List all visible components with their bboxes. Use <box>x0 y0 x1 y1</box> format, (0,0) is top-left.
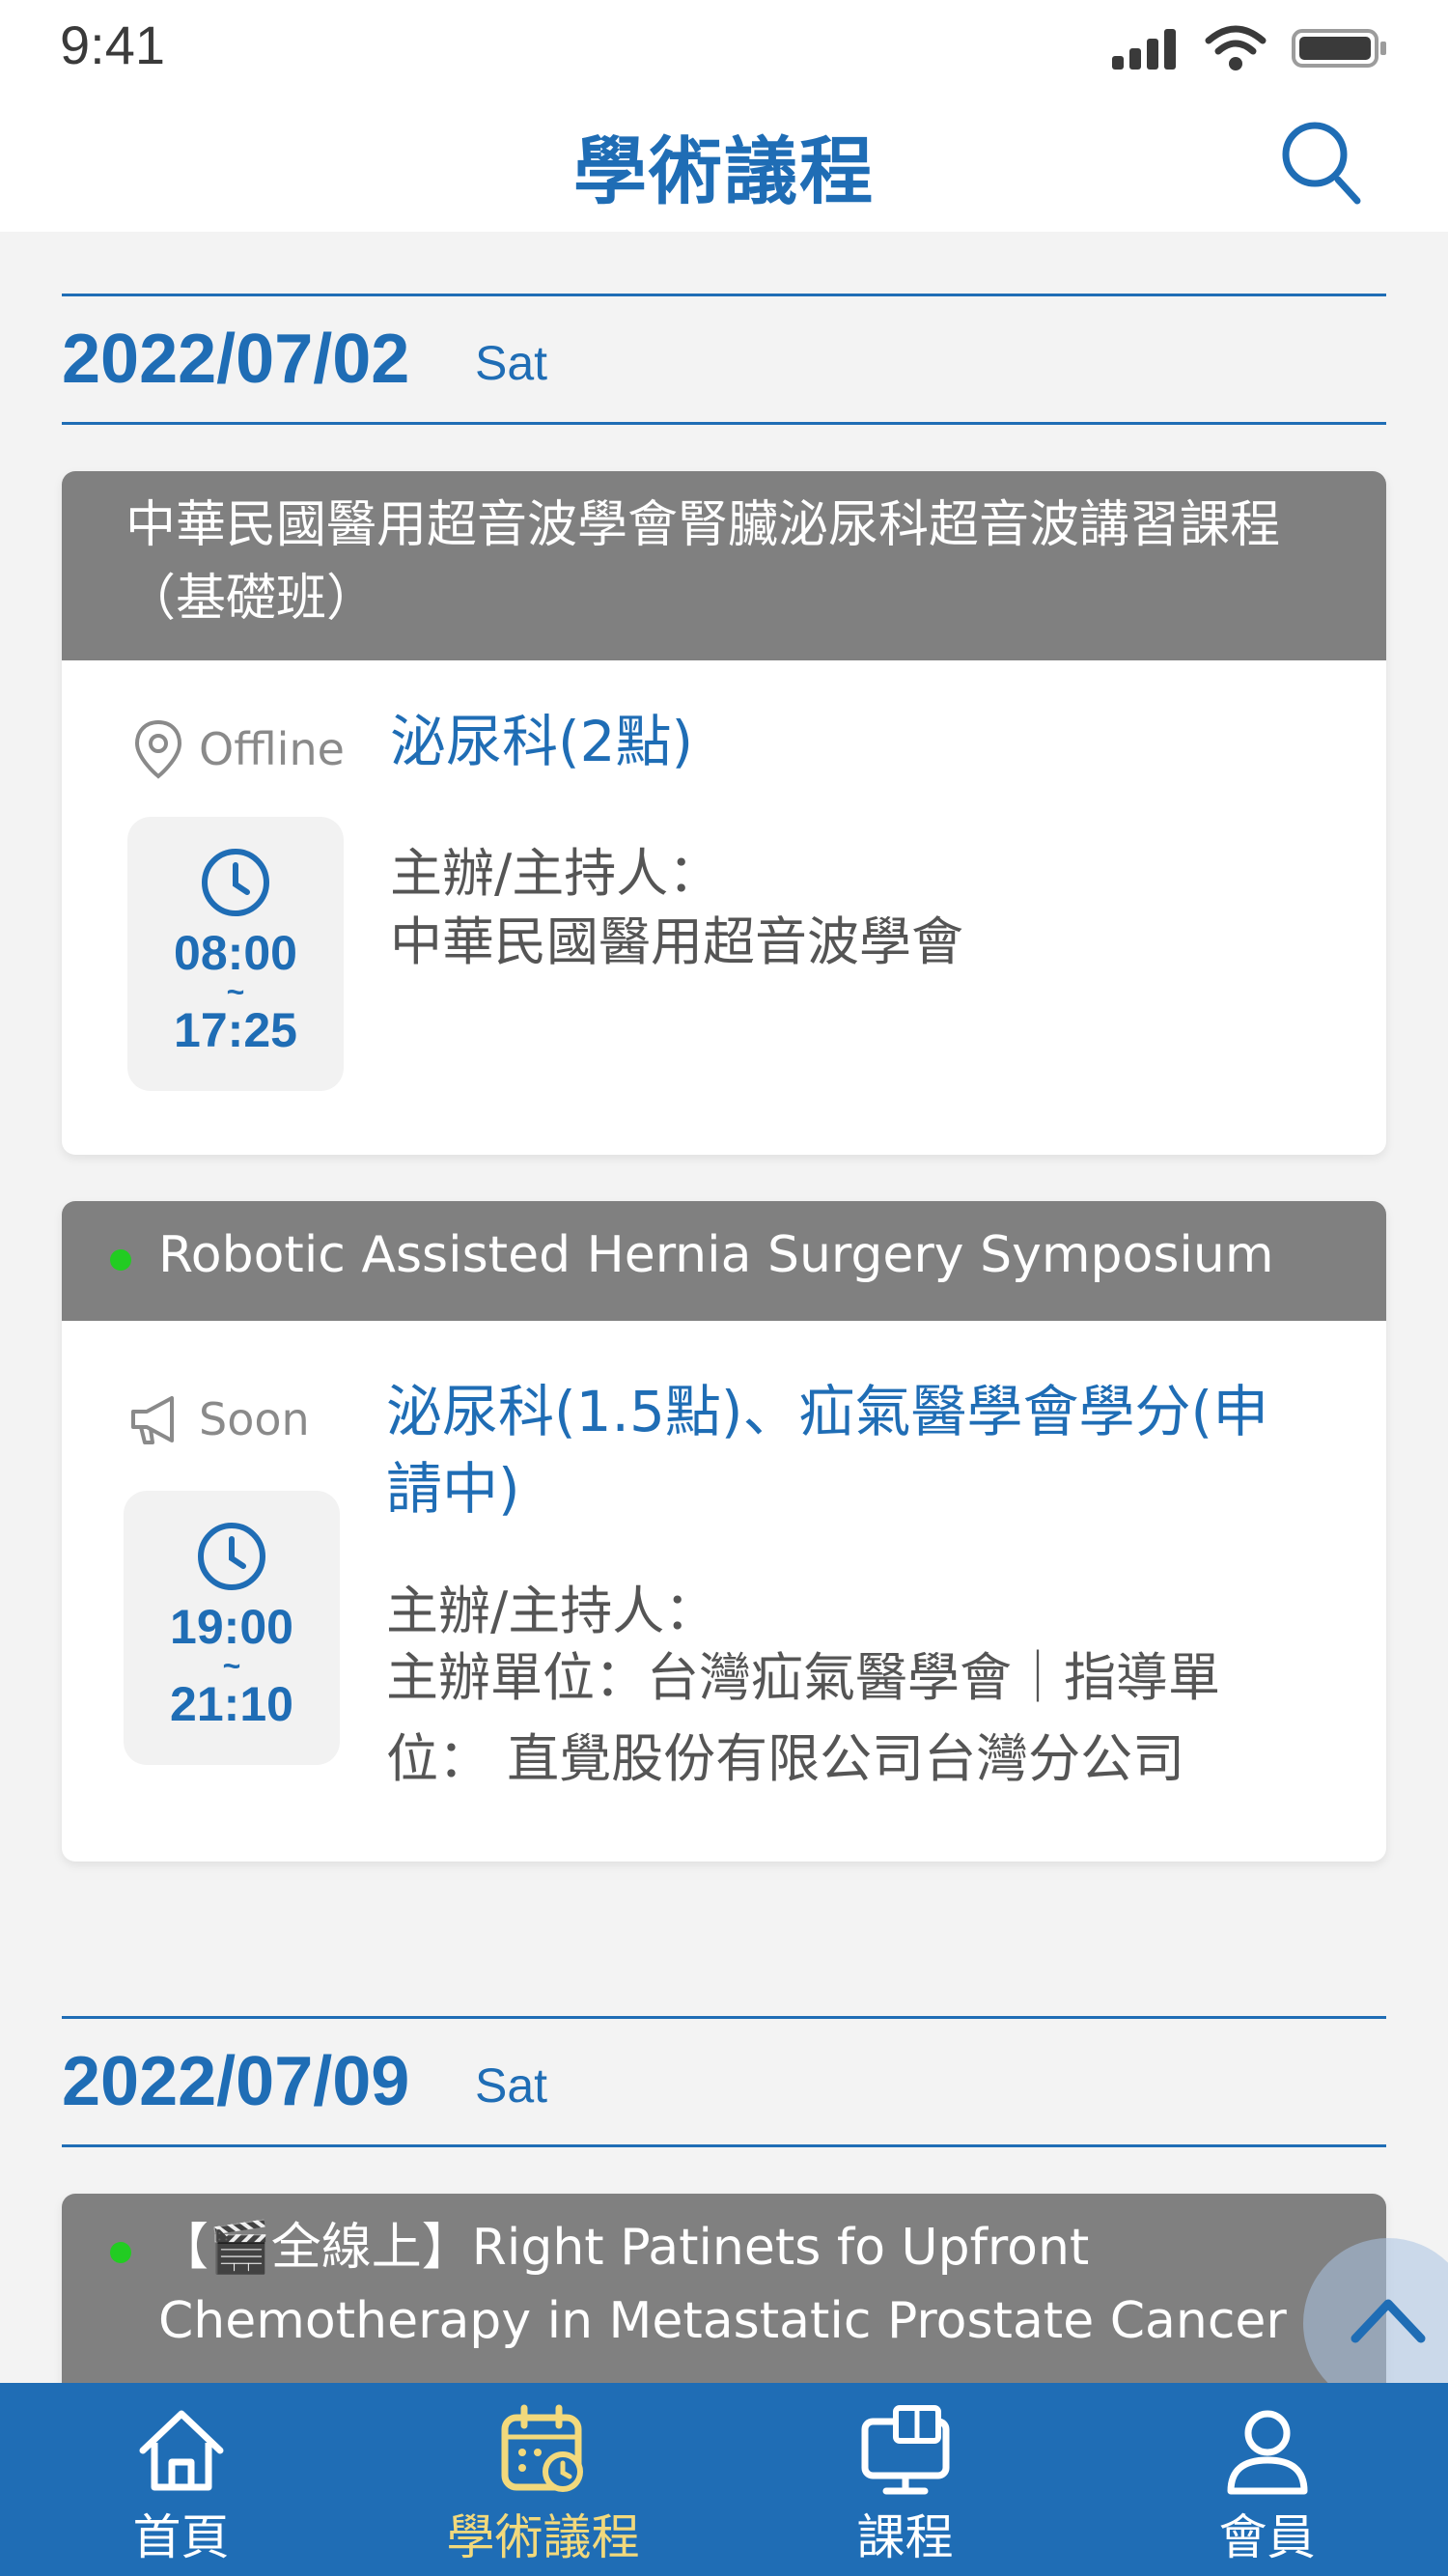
event-title: 中華民國醫用超音波學會腎臟泌尿科超音波講習課程（基礎班） <box>62 471 1386 660</box>
event-status: Offline <box>131 718 345 780</box>
search-button[interactable] <box>1274 114 1371 210</box>
event-status-text: Soon <box>199 1393 310 1445</box>
event-status: Soon <box>127 1392 310 1446</box>
tab-member[interactable]: 會員 <box>1086 2383 1448 2576</box>
user-icon <box>1227 2410 1307 2495</box>
clock-icon <box>198 1523 265 1590</box>
clock-icon <box>202 849 269 916</box>
host-label: 主辦/主持人： <box>390 843 721 904</box>
event-title: Robotic Assisted Hernia Surgery Symposiu… <box>158 1226 1274 1284</box>
start-time: 08:00 <box>174 926 297 980</box>
host-value: 中華民國醫用超音波學會 <box>390 911 963 972</box>
status-time: 9:41 <box>60 14 165 75</box>
tab-label: 課程 <box>856 2509 954 2565</box>
event-time: 19:00 ~ 21:10 <box>124 1491 340 1765</box>
megaphone-icon <box>131 1396 174 1444</box>
tab-label: 學術議程 <box>446 2509 640 2565</box>
calendar-icon <box>501 2404 583 2492</box>
host-value: 主辦單位：台灣疝氣醫學會｜指導單位： 直覺股份有限公司台灣分公司 <box>386 1647 1220 1789</box>
start-time: 19:00 <box>170 1600 293 1654</box>
live-indicator <box>110 2242 131 2263</box>
event-card[interactable]: 中華民國醫用超音波學會腎臟泌尿科超音波講習課程（基礎班） Offline 08:… <box>62 471 1386 1155</box>
tab-label: 會員 <box>1218 2509 1316 2565</box>
date-text: 2022/07/09 <box>62 2043 410 2120</box>
host-label: 主辦/主持人： <box>386 1581 717 1641</box>
signal-icon <box>1112 29 1176 70</box>
event-credits: 泌尿科(2點) <box>390 709 694 774</box>
tab-agenda[interactable]: 學術議程 <box>362 2383 724 2576</box>
end-time: 17:25 <box>174 1003 297 1057</box>
tab-home[interactable]: 首頁 <box>0 2383 362 2576</box>
date-header: 2022/07/02 Sat <box>62 294 1386 425</box>
event-title: 【🎬全線上】Right Patinets fo Upfront Chemothe… <box>158 2219 1287 2350</box>
live-indicator <box>110 1249 131 1271</box>
date-weekday: Sat <box>475 336 548 390</box>
page-title: 學術議程 <box>573 128 875 214</box>
home-icon <box>139 2410 223 2491</box>
date-text: 2022/07/02 <box>62 321 410 398</box>
bottom-tab-bar: 首頁 學術議程 課程 會員 <box>0 2383 1448 2576</box>
event-time: 08:00 ~ 17:25 <box>127 817 344 1091</box>
event-card[interactable]: Robotic Assisted Hernia Surgery Symposiu… <box>62 1201 1386 1862</box>
status-bar: 9:41 <box>0 0 1448 97</box>
status-icons <box>1110 25 1388 71</box>
date-header: 2022/07/09 Sat <box>62 2016 1386 2147</box>
event-status-text: Offline <box>199 723 345 775</box>
event-title-bar: Robotic Assisted Hernia Surgery Symposiu… <box>62 1201 1386 1321</box>
tab-label: 首頁 <box>132 2509 230 2565</box>
search-icon <box>1282 122 1361 205</box>
battery-icon <box>1292 29 1386 68</box>
tab-courses[interactable]: 課程 <box>724 2383 1086 2576</box>
wifi-icon <box>1205 25 1267 70</box>
app-header: 學術議程 <box>0 97 1448 232</box>
date-weekday: Sat <box>475 2058 548 2113</box>
end-time: 21:10 <box>170 1677 293 1731</box>
location-pin-icon <box>134 719 182 779</box>
monitor-icon <box>861 2405 949 2495</box>
event-credits: 泌尿科(1.5點)、疝氣醫學會學分(申請中) <box>386 1379 1269 1522</box>
